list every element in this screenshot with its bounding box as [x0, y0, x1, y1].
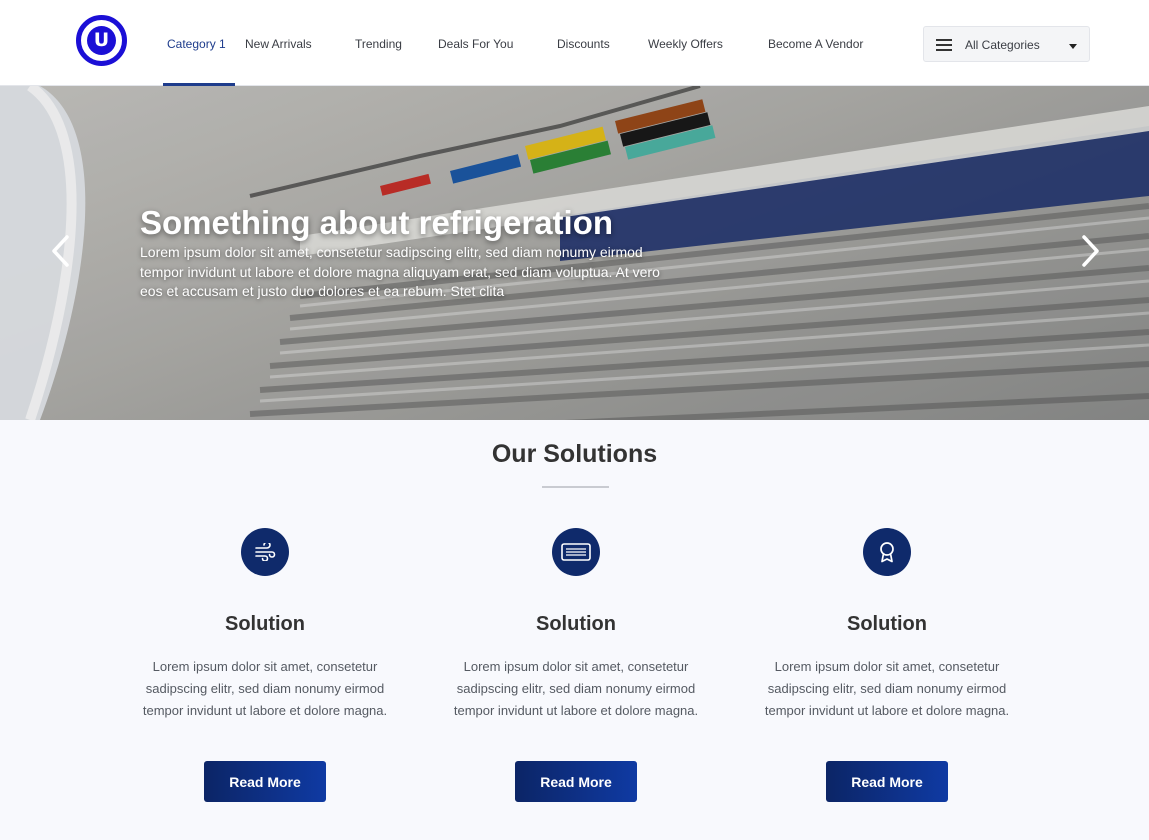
caret-down-icon — [1069, 44, 1077, 49]
card-title: Solution — [225, 613, 305, 635]
hero-banner: Something about refrigeration Lorem ipsu… — [0, 86, 1149, 420]
chevron-left-icon[interactable] — [50, 234, 72, 268]
hero-text: Lorem ipsum dolor sit amet, consetetur s… — [140, 244, 660, 299]
card-text: Lorem ipsum dolor sit amet, consetetur s… — [142, 659, 388, 718]
card-title: Solution — [847, 613, 927, 635]
solution-card: Solution Lorem ipsum dolor sit amet, con… — [120, 528, 410, 802]
solution-card: Solution Lorem ipsum dolor sit amet, con… — [742, 528, 1032, 802]
read-more-button[interactable]: Read More — [826, 761, 948, 802]
nav-item-become-a-vendor[interactable]: Become A Vendor — [768, 37, 863, 51]
logo[interactable]: U — [76, 15, 127, 66]
card-title: Solution — [536, 613, 616, 635]
nav-item-category-1[interactable]: Category 1 — [167, 37, 226, 51]
hero-title: Something about refrigeration — [140, 204, 614, 241]
card-text: Lorem ipsum dolor sit amet, consetetur s… — [453, 659, 699, 718]
nav-item-discounts[interactable]: Discounts — [557, 37, 610, 51]
hamburger-menu-icon — [936, 39, 952, 51]
nav-item-deals-for-you[interactable]: Deals For You — [438, 37, 513, 51]
card-text: Lorem ipsum dolor sit amet, consetetur s… — [764, 659, 1010, 718]
nav-item-new-arrivals[interactable]: New Arrivals — [245, 37, 312, 51]
chevron-right-icon[interactable] — [1079, 234, 1101, 268]
logo-letter: U — [87, 26, 116, 55]
award-icon — [863, 528, 911, 576]
air-conditioner-icon — [552, 528, 600, 576]
section-title: Our Solutions — [491, 440, 658, 468]
read-more-button[interactable]: Read More — [515, 761, 637, 802]
nav-item-trending[interactable]: Trending — [355, 37, 402, 51]
section-divider — [542, 486, 609, 488]
read-more-button[interactable]: Read More — [204, 761, 326, 802]
site-header: U Category 1 New Arrivals Trending Deals… — [0, 0, 1149, 86]
category-select[interactable]: All Categories — [923, 26, 1090, 62]
nav-item-weekly-offers[interactable]: Weekly Offers — [648, 37, 723, 51]
category-select-label: All Categories — [965, 38, 1040, 52]
solution-card: Solution Lorem ipsum dolor sit amet, con… — [431, 528, 721, 802]
wind-icon — [241, 528, 289, 576]
